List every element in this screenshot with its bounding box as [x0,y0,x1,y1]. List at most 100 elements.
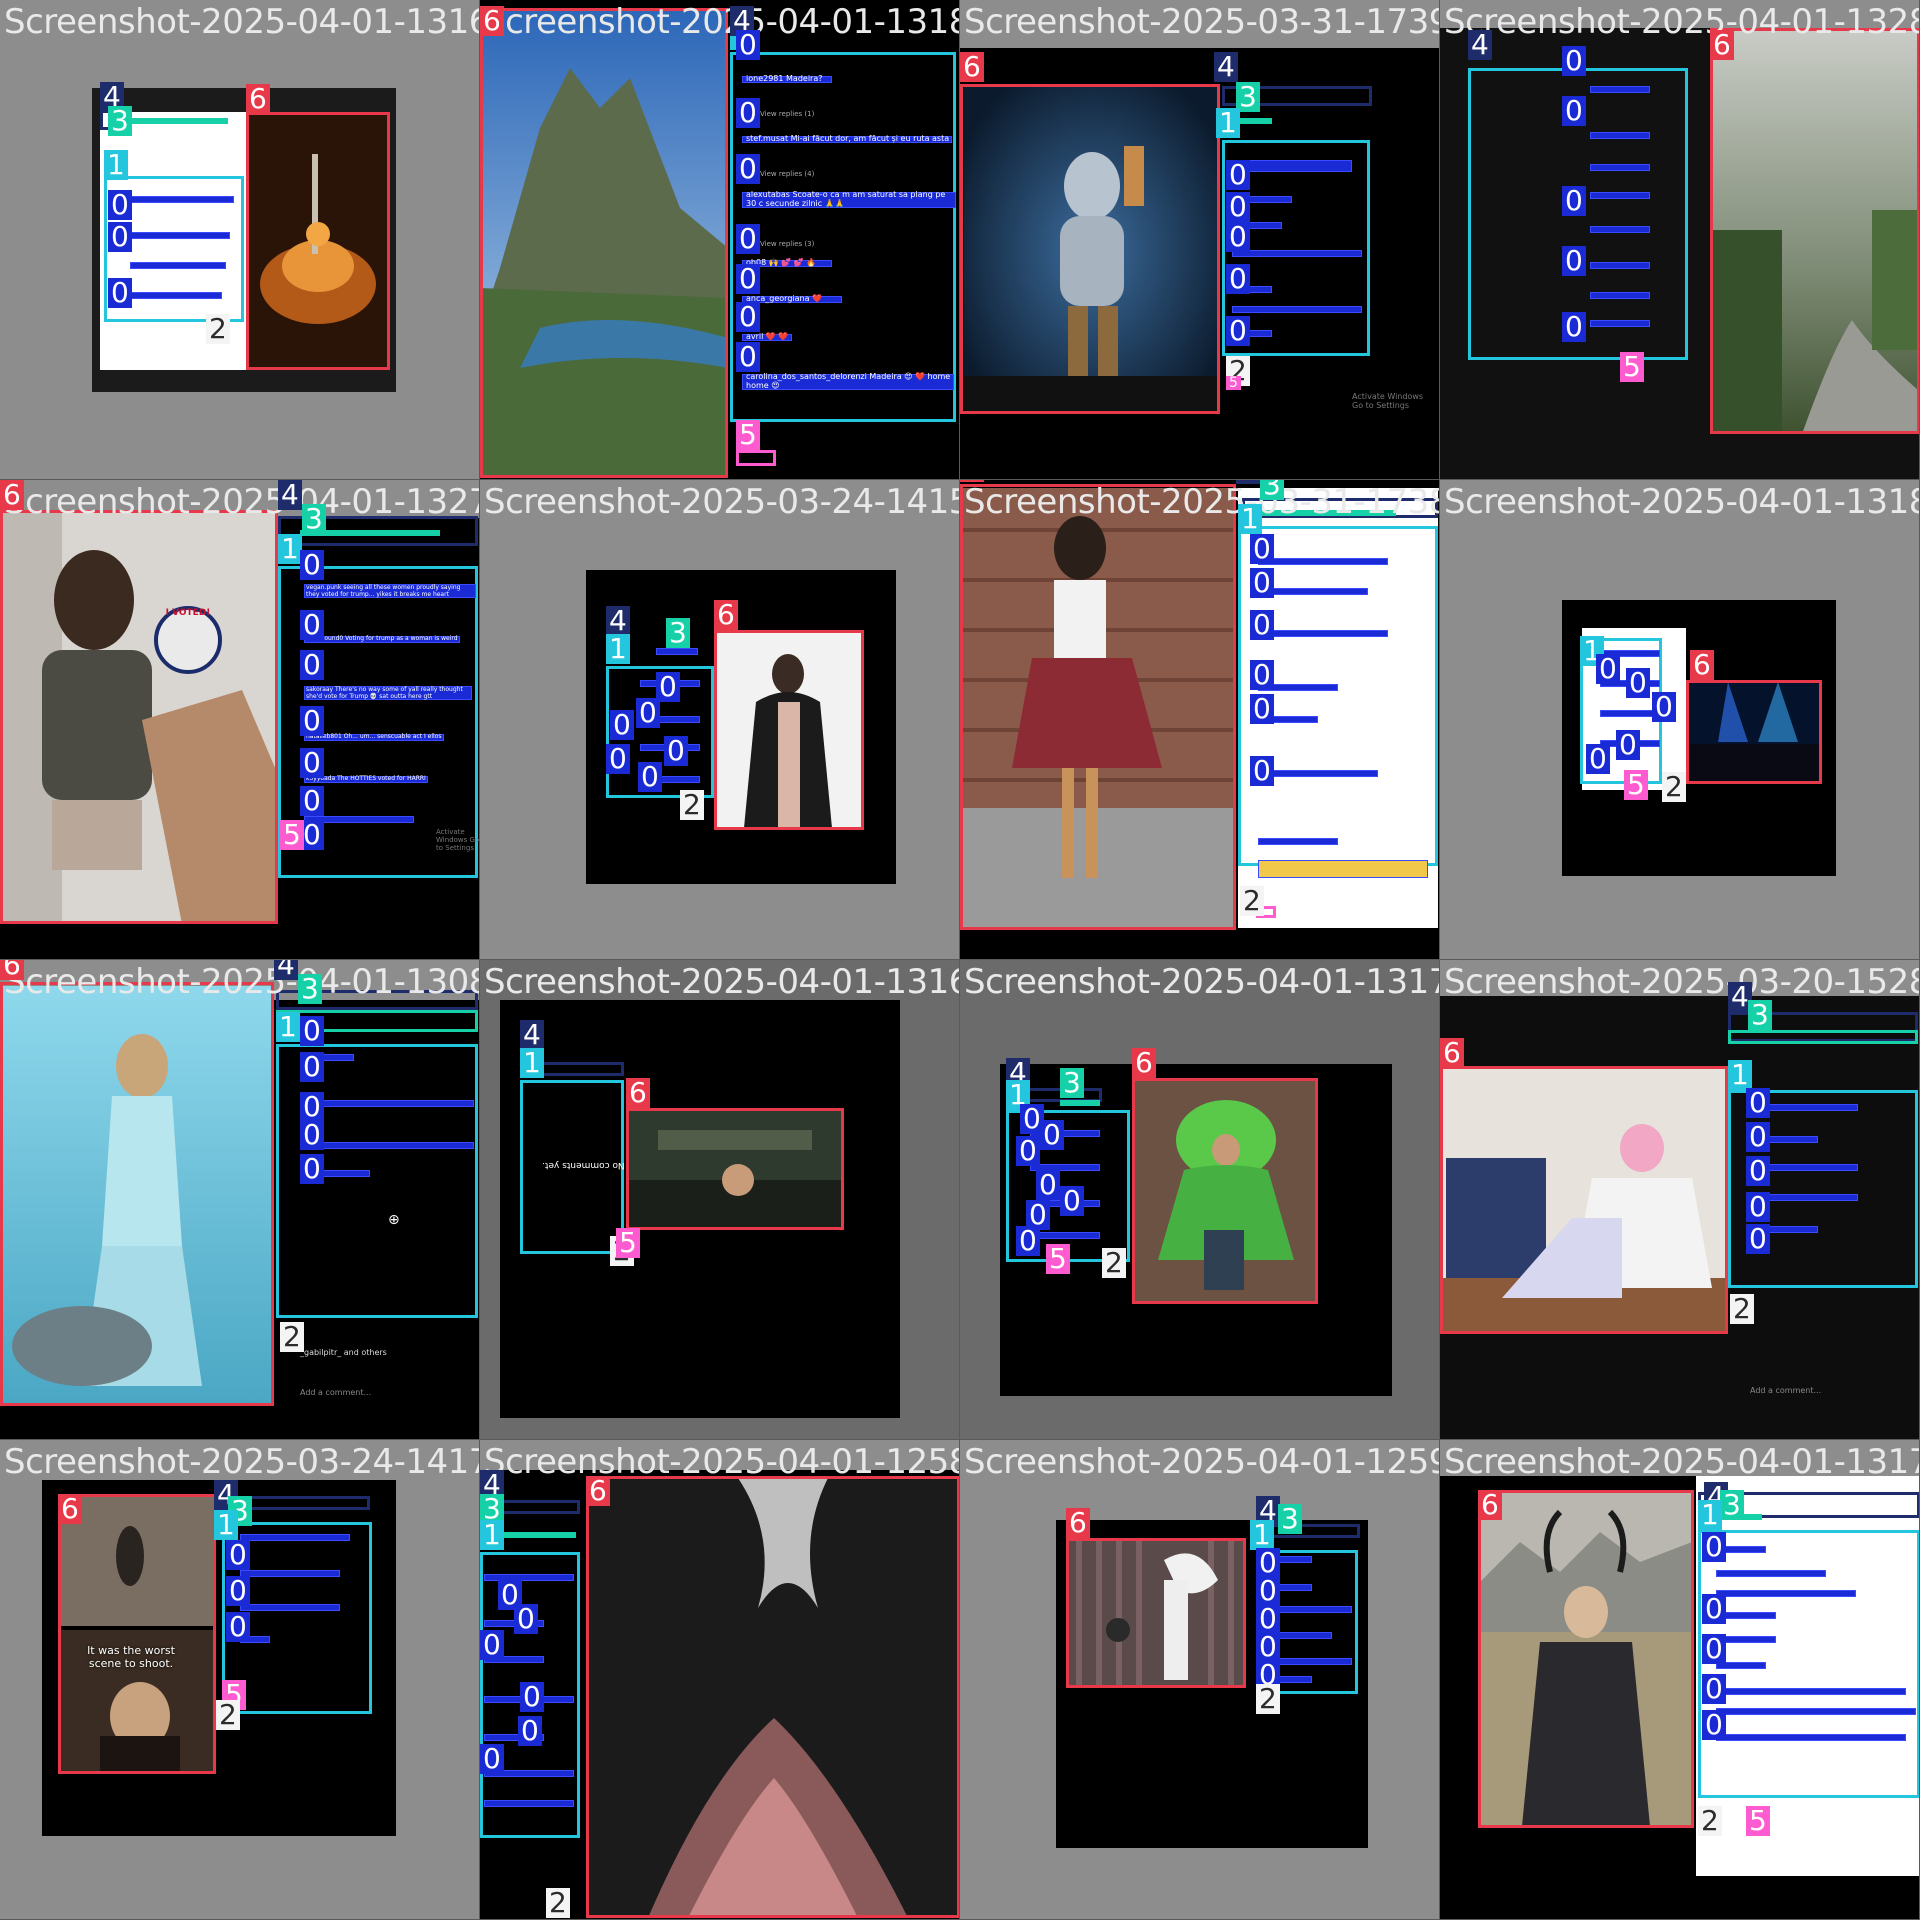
label-class-2: 2 [1698,1806,1722,1836]
label-class-1: 1 [104,150,128,180]
label-class-6: 6 [1440,1038,1464,1068]
view-replies[interactable]: View replies (1) [760,110,814,118]
comment-bar [1716,1570,1826,1577]
comment-bar [1272,1606,1352,1613]
label-class-0: 0 [664,736,688,766]
label-class-6: 6 [1710,30,1734,60]
label-class-0: 0 [610,710,634,740]
add-comment-input[interactable]: Add a comment... [1750,1386,1821,1395]
label-class-0: 0 [1702,1634,1726,1664]
label-class-6: 6 [58,1494,82,1524]
tile-10: Screenshot-2025-04-01-131718_png.rf.f 4 … [960,960,1440,1440]
label-class-6: 6 [714,600,738,630]
comment-bar [1716,1688,1906,1695]
label-class-0: 0 [1746,1192,1770,1222]
label-class-0: 0 [108,190,132,220]
label-class-0: 0 [1250,534,1274,564]
label-class-0: 0 [1040,1120,1064,1150]
view-replies[interactable]: View replies (4) [760,170,814,178]
label-class-2: 2 [1256,1684,1280,1714]
label-class-6: 6 [626,1078,650,1108]
comment-bar [656,648,698,655]
label-class-0: 0 [300,1154,324,1184]
label-class-0: 0 [736,264,760,294]
comment-bar [1716,1708,1916,1715]
label-class-3: 3 [298,974,322,1004]
tile-12: Screenshot-2025-03-24-141743_png.rf.08 I… [0,1440,480,1920]
comment-bar [1590,320,1650,327]
label-class-0: 0 [1562,46,1586,76]
label-class-6: 6 [1066,1508,1090,1538]
label-class-3: 3 [666,618,690,648]
label-class-1: 1 [480,1520,504,1550]
comment-bar [1258,630,1388,637]
tile-3: Screenshot-2025-04-01-132836_png.rf.c 6 … [1440,0,1920,480]
label-class-0: 0 [1250,694,1274,724]
label-class-0: 0 [226,1576,250,1606]
label-class-0: 0 [1702,1674,1726,1704]
label-class-1: 1 [1216,108,1240,138]
label-class-0: 0 [300,748,324,778]
label-class-0: 0 [1226,264,1250,294]
annotation-box-6 [0,510,278,924]
label-class-2: 2 [546,1888,570,1918]
label-class-4: 4 [274,960,298,980]
label-class-6: 6 [0,960,24,980]
tile-6: Screenshot-2025-03-31-173820_png.rf.9 6 … [960,480,1440,960]
view-replies[interactable]: View replies (3) [760,240,814,248]
annotation-box-1 [730,52,956,422]
tile-8: Screenshot-2025-04-01-130855_png.rf.e 6 … [0,960,480,1440]
label-class-0: 0 [300,650,324,680]
label-class-2: 2 [280,1322,304,1352]
liked-by-text: _gabilpitr_ and others [300,1348,387,1357]
label-class-0: 0 [638,762,662,792]
label-class-0: 0 [1250,568,1274,598]
label-class-6: 6 [1690,650,1714,680]
label-class-0: 0 [1562,246,1586,276]
label-class-2: 2 [1662,772,1686,802]
tile-title: Screenshot-2025-04-01-131857_png.rf.b [484,2,959,42]
tile-2: Screenshot-2025-03-31-173943_png.rf.2 6 … [960,0,1440,480]
username-bar [118,118,228,124]
label-class-5: 5 [1046,1244,1070,1274]
label-class-0: 0 [300,1052,324,1082]
annotation-box-6 [960,84,1220,414]
comment-bar [1272,1658,1352,1665]
annotation-box-6 [58,1494,216,1774]
tile-title: Screenshot-2025-04-01-131718_png.rf.f [964,962,1439,1002]
label-class-0: 0 [736,342,760,372]
label-class-0: 0 [226,1540,250,1570]
label-class-3: 3 [1748,1000,1772,1030]
add-comment-input[interactable]: Add a comment... [300,1388,371,1397]
tile-title: Screenshot-2025-03-24-141743_png.rf.08 [4,1442,479,1482]
comment-bar [1232,306,1362,313]
tile-title: Screenshot-2025-03-24-141530_png.rf.f3 [484,482,959,522]
label-class-0: 0 [300,786,324,816]
tile-title: Screenshot-2025-04-01-131830_png.rf.8 [1444,482,1919,522]
comment-bar [1232,250,1362,257]
tile-1: Screenshot-2025-04-01-131857_png.rf.b 6 … [480,0,960,480]
label-class-0: 0 [300,1016,324,1046]
emoji-row [1258,860,1428,878]
comment-bar [240,1534,350,1541]
label-class-0: 0 [1562,312,1586,342]
label-class-0: 0 [1250,756,1274,786]
add-circle-icon[interactable]: ⊕ [388,1212,400,1228]
label-class-0: 0 [480,1744,504,1774]
label-class-3: 3 [1720,1490,1744,1520]
comment-bar [130,262,226,269]
label-class-0: 0 [1562,186,1586,216]
comment-bar [1590,292,1650,299]
annotation-box-6 [246,112,390,370]
comment-bar [1600,710,1660,717]
label-class-0: 0 [518,1716,542,1746]
comment-bar [304,1100,474,1107]
label-class-0: 0 [1016,1226,1040,1256]
annotation-box-6 [1440,1066,1728,1334]
comment-text: natalieb801 Oh... um... senscuable act I… [306,733,442,740]
comment-bar [1590,132,1650,139]
label-class-2: 2 [216,1700,240,1730]
annotation-box-6 [1710,28,1919,434]
label-class-5: 5 [1620,352,1644,382]
activate-windows-text: Activate Windows Go to Settings [436,828,480,852]
